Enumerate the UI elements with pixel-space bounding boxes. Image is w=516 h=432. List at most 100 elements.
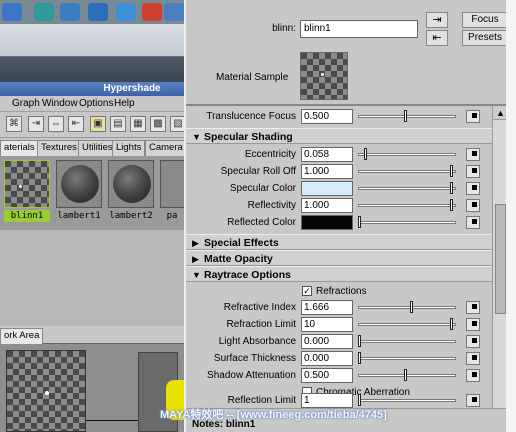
section-specular-shading[interactable]: ▼ Specular Shading <box>186 128 492 144</box>
refractions-checkbox[interactable]: ✓ <box>302 286 312 296</box>
slider-handle[interactable] <box>358 335 361 347</box>
hypershade-panel: Hypershade Graph Window Options Help ⌘ ⇥… <box>0 0 184 432</box>
swatch-label: lambert2 <box>109 211 153 221</box>
map-button-icon[interactable] <box>466 301 480 314</box>
graph-tool-icon[interactable]: ⌘ <box>6 116 22 132</box>
attr-label: Translucence Focus <box>206 111 296 122</box>
slider-handle[interactable] <box>404 369 407 381</box>
in-out-connections-icon[interactable]: ⇔ <box>48 116 64 132</box>
attr-row-specular-color: Specular Color <box>186 180 492 197</box>
rearrange-icon[interactable]: ▧ <box>170 116 184 132</box>
menu-options[interactable]: Options <box>79 97 113 111</box>
slider-handle[interactable] <box>450 182 453 194</box>
map-button-icon[interactable] <box>466 335 480 348</box>
attr-value-field[interactable]: 0.058 <box>301 147 353 162</box>
node-name-field[interactable]: blinn1 <box>300 20 418 38</box>
attr-row-reflected-color: Reflected Color <box>186 214 492 231</box>
attr-slider[interactable] <box>358 165 456 177</box>
attr-value-field[interactable]: 0.000 <box>301 334 353 349</box>
swatch-blinn1[interactable] <box>4 160 50 208</box>
attr-value-field[interactable]: 10 <box>301 317 353 332</box>
color-swatch[interactable] <box>301 215 353 230</box>
swatch-lambert1[interactable] <box>56 160 102 208</box>
attr-value-field[interactable]: 0.500 <box>301 368 353 383</box>
section-matte-opacity[interactable]: ▶ Matte Opacity <box>186 250 492 266</box>
section-special-effects[interactable]: ▶ Special Effects <box>186 234 492 250</box>
focus-button[interactable]: Focus <box>462 12 506 28</box>
delete-icon[interactable] <box>142 3 162 21</box>
shelf-tool-icon[interactable] <box>164 3 184 21</box>
shelf-tool-icon[interactable] <box>116 3 136 21</box>
connection-line <box>86 420 138 421</box>
slider-handle[interactable] <box>410 301 413 313</box>
map-button-icon[interactable] <box>466 352 480 365</box>
slider-handle[interactable] <box>358 216 361 228</box>
scroll-up-icon[interactable]: ▲ <box>493 106 506 120</box>
attr-slider[interactable] <box>358 110 456 122</box>
input-connections-icon[interactable]: ⇥ <box>28 116 44 132</box>
map-button-icon[interactable] <box>466 199 480 212</box>
attr-slider[interactable] <box>358 394 456 406</box>
attr-slider[interactable] <box>358 318 456 330</box>
slider-handle[interactable] <box>358 394 361 406</box>
presets-button[interactable]: Presets <box>462 30 506 46</box>
shelf-tool-icon[interactable] <box>34 3 54 21</box>
layout-top-icon[interactable]: ▣ <box>90 116 106 132</box>
map-button-icon[interactable] <box>466 369 480 382</box>
attr-value-field[interactable]: 1.666 <box>301 300 353 315</box>
shelf-tool-icon[interactable] <box>60 3 80 21</box>
slider-handle[interactable] <box>450 199 453 211</box>
shelf-tool-icon[interactable] <box>2 3 22 21</box>
tab-materials[interactable]: aterials <box>0 140 39 156</box>
tab-work-area[interactable]: ork Area <box>0 328 44 344</box>
focus-input-icon[interactable]: ⇥ <box>426 12 448 28</box>
attr-slider[interactable] <box>358 199 456 211</box>
shader-node[interactable] <box>6 350 86 432</box>
tab-lights[interactable]: Lights <box>112 140 146 156</box>
attr-slider[interactable] <box>358 148 456 160</box>
slider-handle[interactable] <box>404 110 407 122</box>
layout-bottom-icon[interactable]: ▤ <box>110 116 126 132</box>
color-swatch[interactable] <box>301 181 353 196</box>
swatch-partial[interactable] <box>160 160 184 208</box>
tab-cameras[interactable]: Camera <box>145 140 184 156</box>
attr-value-field[interactable]: 0.000 <box>301 351 353 366</box>
go-output-icon[interactable]: ⇤ <box>426 30 448 46</box>
slider-handle[interactable] <box>450 165 453 177</box>
shelf-tool-icon[interactable] <box>88 3 108 21</box>
menu-window[interactable]: Window <box>42 97 78 111</box>
map-button-icon[interactable] <box>466 318 480 331</box>
map-button-icon[interactable] <box>466 182 480 195</box>
map-button-icon[interactable] <box>466 110 480 123</box>
tab-textures[interactable]: Textures <box>37 140 81 156</box>
vertical-scrollbar[interactable]: ▲ <box>492 106 506 410</box>
attr-slider[interactable] <box>358 352 456 364</box>
grid-view-icon[interactable]: ▦ <box>130 116 146 132</box>
attr-slider[interactable] <box>358 216 456 228</box>
map-button-icon[interactable] <box>466 148 480 161</box>
tab-utilities[interactable]: Utilities <box>78 140 117 156</box>
slider-handle[interactable] <box>364 148 367 160</box>
menu-graph[interactable]: Graph <box>12 97 40 111</box>
scrollbar-thumb[interactable] <box>495 204 506 314</box>
swatch-lambert2[interactable] <box>108 160 154 208</box>
output-connections-icon[interactable]: ⇤ <box>68 116 84 132</box>
attr-slider[interactable] <box>358 335 456 347</box>
work-area-canvas[interactable] <box>0 344 184 432</box>
section-raytrace-options[interactable]: ▼ Raytrace Options <box>186 266 492 282</box>
slider-handle[interactable] <box>450 318 453 330</box>
attr-value-field[interactable]: 1.000 <box>301 198 353 213</box>
attr-value-field[interactable]: 1.000 <box>301 164 353 179</box>
map-button-icon[interactable] <box>466 394 480 407</box>
menu-help[interactable]: Help <box>114 97 135 111</box>
attr-slider[interactable] <box>358 182 456 194</box>
clear-graph-icon[interactable]: ▩ <box>150 116 166 132</box>
attr-slider[interactable] <box>358 301 456 313</box>
map-button-icon[interactable] <box>466 216 480 229</box>
attr-slider[interactable] <box>358 369 456 381</box>
attr-value-field[interactable]: 0.500 <box>301 109 353 124</box>
slider-handle[interactable] <box>358 352 361 364</box>
attr-row-shadow-attenuation: Shadow Attenuation 0.500 <box>186 367 492 384</box>
attr-row-refraction-limit: Refraction Limit 10 <box>186 316 492 333</box>
map-button-icon[interactable] <box>466 165 480 178</box>
